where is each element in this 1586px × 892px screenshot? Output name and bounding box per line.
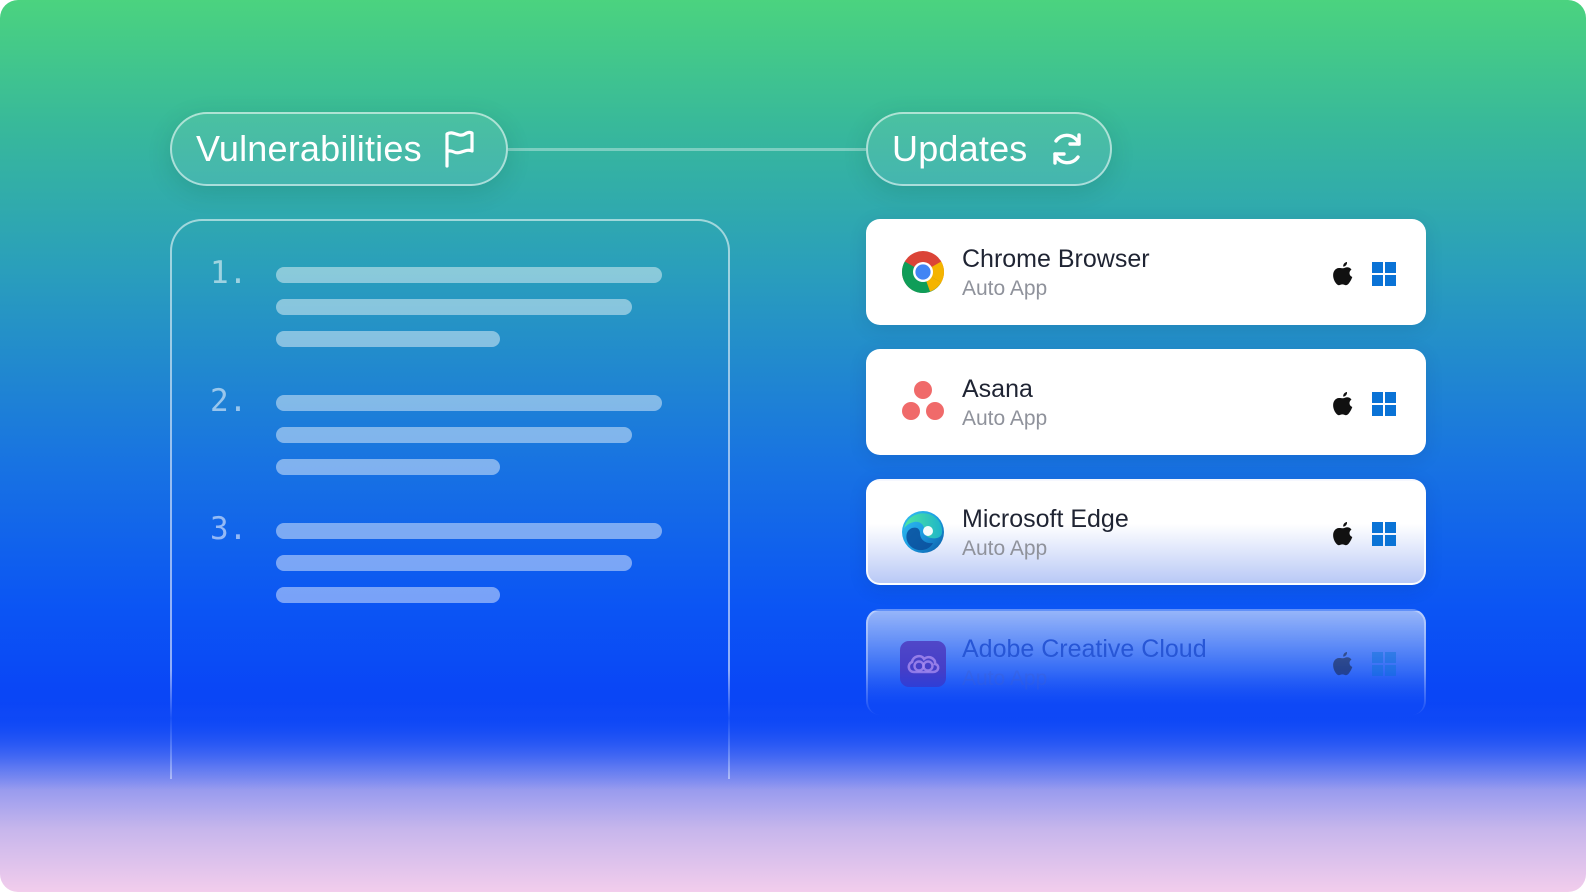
app-subtitle: Auto App [962, 277, 1048, 300]
app-subtitle: Auto App [962, 537, 1048, 560]
app-card-edge[interactable]: Microsoft Edge Auto App [866, 479, 1426, 585]
app-name: Microsoft Edge [962, 505, 1129, 533]
placeholder-line [276, 587, 500, 603]
windows-icon [1372, 262, 1396, 286]
placeholder-line [276, 459, 500, 475]
app-name: Adobe Creative Cloud [962, 635, 1207, 663]
windows-icon [1372, 522, 1396, 546]
placeholder-line [276, 555, 632, 571]
vulnerability-number: 2. [210, 383, 248, 419]
apple-icon [1333, 522, 1353, 546]
placeholder-line [276, 299, 632, 315]
asana-icon [902, 381, 944, 420]
vulnerabilities-panel: 1. 2. 3. [170, 219, 730, 779]
apple-icon [1333, 262, 1353, 286]
connector-line [508, 148, 866, 151]
updates-badge: Updates [866, 112, 1112, 186]
placeholder-line [276, 523, 662, 539]
apple-icon [1333, 392, 1353, 416]
vulnerabilities-badge: Vulnerabilities [170, 112, 508, 186]
app-subtitle: Auto App [962, 667, 1048, 690]
windows-icon [1372, 652, 1396, 676]
app-card-chrome[interactable]: Chrome Browser Auto App [866, 219, 1426, 325]
refresh-icon [1052, 133, 1081, 165]
app-name: Chrome Browser [962, 245, 1150, 273]
vulnerability-item[interactable]: 3. [172, 477, 728, 603]
app-card-asana[interactable]: Asana Auto App [866, 349, 1426, 455]
updates-title: Updates [892, 128, 1028, 169]
vulnerabilities-title: Vulnerabilities [196, 128, 422, 169]
edge-icon [902, 511, 944, 553]
hero-background: Vulnerabilities Updates 1. 2. 3. Chrome … [0, 0, 1586, 892]
flag-icon [445, 130, 474, 168]
creative-cloud-icon [900, 641, 946, 687]
apple-icon [1333, 652, 1353, 676]
vulnerability-number: 3. [210, 511, 248, 547]
placeholder-line [276, 267, 662, 283]
placeholder-line [276, 331, 500, 347]
vulnerability-item[interactable]: 1. [172, 221, 728, 347]
app-name: Asana [962, 375, 1033, 403]
vulnerability-item[interactable]: 2. [172, 349, 728, 475]
placeholder-line [276, 395, 662, 411]
chrome-icon [901, 251, 945, 293]
placeholder-line [276, 427, 632, 443]
app-card-adobe[interactable]: Adobe Creative Cloud Auto App [866, 609, 1426, 715]
vulnerability-number: 1. [210, 255, 248, 291]
windows-icon [1372, 392, 1396, 416]
app-subtitle: Auto App [962, 407, 1048, 430]
